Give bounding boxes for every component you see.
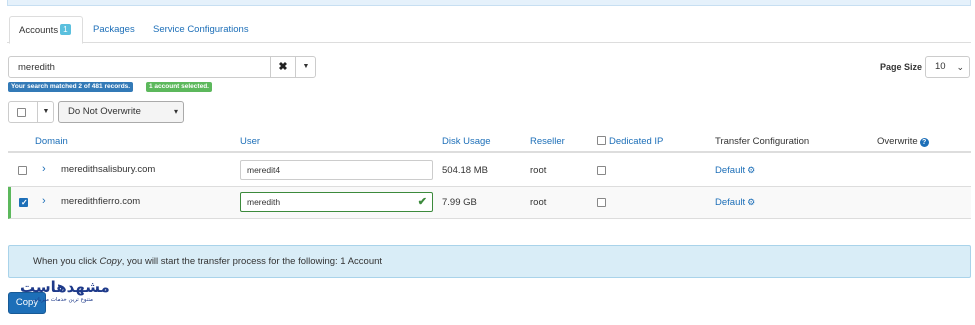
transfer-config-link[interactable]: Default ⚙ — [715, 197, 755, 208]
chevron-down-icon: ⌄ — [956, 62, 964, 72]
tab-service-configurations[interactable]: Service Configurations — [153, 16, 249, 44]
bulk-select-group: ▼ — [8, 101, 54, 123]
check-icon: ✓ — [21, 198, 28, 207]
overwrite-mode-select[interactable]: Do Not Overwrite ▾ — [58, 101, 184, 123]
search-group: ✖ ▼ — [8, 56, 316, 78]
brand-logo-watermark: مشهدهاست متنوع ترین خدمات میزبانی — [18, 278, 154, 308]
gears-icon: ⚙ — [747, 165, 756, 175]
row-domain: meredithsalisbury.com — [61, 164, 156, 175]
column-overwrite: Overwrite? — [877, 136, 929, 147]
username-value: meredith — [247, 197, 281, 207]
row-reseller: root — [530, 197, 547, 208]
tab-packages[interactable]: Packages — [93, 16, 135, 44]
watermark-brand: مشهدهاست — [20, 278, 110, 296]
row-reseller: root — [530, 165, 547, 176]
dedicated-ip-checkbox[interactable] — [597, 166, 606, 175]
username-input[interactable]: meredit4 — [240, 160, 433, 180]
table-header: Domain User Disk Usage Reseller Dedicate… — [8, 131, 971, 153]
column-user[interactable]: User — [240, 136, 260, 147]
info-text-before: When you click — [33, 256, 100, 267]
transfer-config-label: Default — [715, 165, 746, 176]
row-domain: meredithfierro.com — [61, 196, 141, 207]
row-disk-usage: 7.99 GB — [442, 197, 477, 208]
row-disk-usage: 504.18 MB — [442, 165, 488, 176]
info-text-emphasis: Copy — [99, 256, 122, 267]
row-checkbox[interactable] — [18, 166, 27, 175]
selected-count-badge: 1 account selected. — [146, 82, 212, 92]
dedicated-ip-checkbox[interactable] — [597, 198, 606, 207]
chevron-down-icon: ▾ — [173, 107, 178, 116]
select-all-checkbox[interactable] — [17, 108, 26, 117]
tab-accounts-label: Accounts — [19, 25, 59, 36]
info-text-after: , you will start the transfer process fo… — [121, 256, 383, 267]
chevron-right-icon[interactable]: › — [42, 195, 46, 207]
gears-icon: ⚙ — [747, 197, 756, 207]
caret-down-icon[interactable]: ▼ — [37, 102, 54, 122]
tab-accounts-count-badge: 1 — [60, 24, 71, 35]
username-input[interactable]: meredith ✔ — [240, 192, 433, 212]
table-row: › meredithsalisbury.com meredit4 504.18 … — [8, 155, 971, 187]
transfer-config-label: Default — [715, 197, 746, 208]
chevron-right-icon[interactable]: › — [42, 163, 46, 175]
top-alert-strip — [7, 0, 971, 6]
row-checkbox[interactable]: ✓ — [19, 198, 28, 207]
tab-accounts[interactable]: Accounts 1 — [9, 16, 83, 44]
dedicated-ip-all-checkbox[interactable] — [597, 136, 606, 145]
column-dedicated-ip-label: Dedicated IP — [609, 136, 664, 147]
caret-down-icon[interactable]: ▼ — [295, 57, 316, 77]
page-size-value: 10 — [935, 61, 946, 72]
transfer-config-link[interactable]: Default ⚙ — [715, 165, 755, 176]
transfer-info-callout: When you click Copy, you will start the … — [8, 245, 971, 278]
column-transfer-configuration: Transfer Configuration — [715, 136, 810, 147]
column-reseller[interactable]: Reseller — [530, 136, 565, 147]
question-circle-icon[interactable]: ? — [919, 138, 929, 147]
page-size-label: Page Size — [880, 62, 923, 72]
page-size-select[interactable]: 10 ⌄ — [925, 56, 970, 78]
close-icon[interactable]: ✖ — [270, 57, 295, 77]
search-results-badge: Your search matched 2 of 481 records. — [8, 82, 134, 92]
column-domain[interactable]: Domain — [35, 136, 68, 147]
overwrite-mode-value: Do Not Overwrite — [68, 106, 141, 117]
column-disk-usage[interactable]: Disk Usage — [442, 136, 491, 147]
table-row: ✓ › meredithfierro.com meredith ✔ 7.99 GB… — [8, 187, 971, 219]
tab-bar: Accounts 1 Packages Service Configuration… — [7, 16, 971, 44]
column-dedicated-ip[interactable]: Dedicated IP — [597, 136, 663, 147]
column-overwrite-label: Overwrite — [877, 136, 918, 147]
watermark-tagline: متنوع ترین خدمات میزبانی — [32, 297, 93, 303]
search-input[interactable] — [9, 57, 270, 77]
username-value: meredit4 — [247, 165, 281, 175]
check-icon: ✔ — [417, 196, 427, 208]
